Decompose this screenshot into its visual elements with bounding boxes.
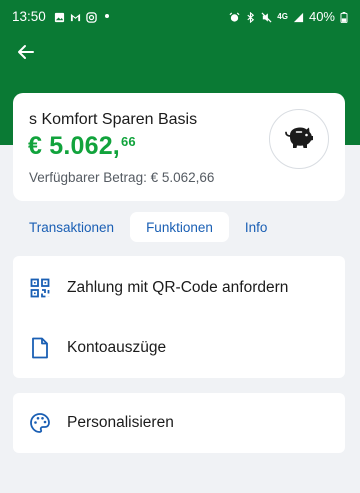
image-icon bbox=[54, 11, 65, 22]
personalize-label: Personalisieren bbox=[67, 414, 174, 431]
palette-icon bbox=[29, 412, 51, 434]
personalize-list: Personalisieren bbox=[13, 393, 345, 453]
instagram-icon bbox=[86, 11, 97, 23]
list-item-personalize[interactable]: Personalisieren bbox=[13, 393, 345, 453]
alarm-icon bbox=[229, 11, 240, 22]
tab-transaktionen[interactable]: Transaktionen bbox=[13, 212, 130, 242]
bluetooth-icon bbox=[245, 11, 256, 23]
piggy-bank-button[interactable] bbox=[269, 109, 329, 169]
battery-percent: 40% bbox=[308, 8, 335, 24]
balance-cents: 66 bbox=[120, 134, 136, 149]
account-name: s Komfort Sparen Basis bbox=[29, 111, 198, 128]
functions-list: Zahlung mit QR-Code anfordern Kontoauszü… bbox=[13, 256, 345, 378]
qr-code-icon bbox=[29, 277, 51, 299]
balance-main: € 5.062, bbox=[28, 132, 120, 160]
document-icon bbox=[29, 337, 51, 359]
qr-payment-label: Zahlung mit QR-Code anfordern bbox=[67, 279, 289, 296]
available-amount: Verfügbarer Betrag: € 5.062,66 bbox=[29, 170, 215, 185]
tab-info[interactable]: Info bbox=[229, 212, 284, 242]
account-tabs: Transaktionen Funktionen Info bbox=[13, 212, 283, 242]
tab-funktionen[interactable]: Funktionen bbox=[130, 212, 229, 242]
piggy-bank-icon bbox=[284, 124, 314, 155]
statements-label: Kontoauszüge bbox=[67, 339, 167, 356]
status-time: 13:50 bbox=[12, 8, 46, 24]
account-balance: € 5.062,66 bbox=[28, 132, 136, 161]
list-item-qr-payment[interactable]: Zahlung mit QR-Code anfordern bbox=[13, 258, 345, 318]
mute-icon bbox=[261, 11, 272, 23]
status-bar: 13:50 4G 40% bbox=[0, 0, 360, 32]
account-card: s Komfort Sparen Basis € 5.062,66 Verfüg… bbox=[13, 93, 345, 201]
arrow-left-icon bbox=[16, 42, 36, 67]
gmail-icon bbox=[70, 11, 81, 22]
notification-dot bbox=[104, 14, 109, 18]
battery-icon bbox=[340, 11, 348, 23]
network-type: 4G bbox=[277, 11, 288, 21]
signal-icon bbox=[293, 11, 304, 22]
list-item-statements[interactable]: Kontoauszüge bbox=[13, 318, 345, 378]
back-button[interactable] bbox=[12, 40, 40, 68]
